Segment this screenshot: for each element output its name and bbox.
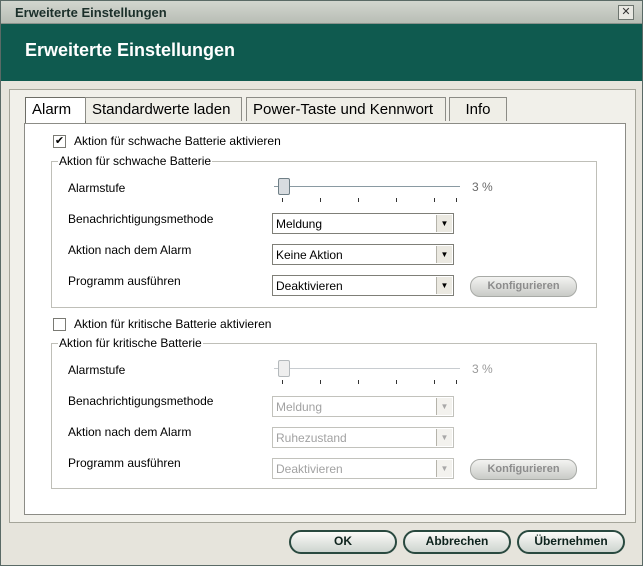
critical-program-select: Deaktivieren ▼ [272,458,454,479]
header-banner: Erweiterte Einstellungen [1,24,642,81]
chevron-down-icon[interactable]: ▼ [436,246,452,263]
low-program-select[interactable]: Deaktivieren ▼ [272,275,454,296]
critical-battery-group-title: Aktion für kritische Batterie [58,336,203,350]
critical-notify-label: Benachrichtigungsmethode [68,394,214,408]
settings-window: Erweiterte Einstellungen ✕ Erweiterte Ei… [0,0,643,566]
low-alarm-slider-thumb[interactable] [278,178,290,195]
slider-tick [396,198,397,202]
chevron-down-icon: ▼ [436,460,452,477]
slider-tick [358,380,359,384]
low-alarm-slider-track[interactable] [274,186,460,187]
slider-tick [358,198,359,202]
chevron-down-icon[interactable]: ▼ [436,277,452,294]
low-program-label: Programm ausführen [68,274,181,288]
low-action-value: Keine Aktion [276,248,343,262]
slider-tick [456,380,457,384]
critical-notify-select: Meldung ▼ [272,396,454,417]
low-battery-enable-row[interactable]: ✔ Aktion für schwache Batterie aktiviere… [53,134,281,148]
low-battery-group-title: Aktion für schwache Batterie [58,154,213,168]
low-notify-value: Meldung [276,217,323,231]
critical-battery-enable-row[interactable]: Aktion für kritische Batterie aktivieren [53,317,271,331]
slider-tick [434,380,435,384]
slider-tick [320,380,321,384]
slider-tick [282,380,283,384]
low-alarm-label: Alarmstufe [68,181,126,195]
cancel-button[interactable]: Abbrechen [403,530,511,554]
critical-program-label: Programm ausführen [68,456,181,470]
critical-notify-value: Meldung [276,400,323,414]
low-battery-checkbox-label: Aktion für schwache Batterie aktivieren [74,134,281,148]
low-battery-group: Aktion für schwache Batterie Alarmstufe … [51,154,597,308]
window-title: Erweiterte Einstellungen [15,5,167,20]
low-action-select[interactable]: Keine Aktion ▼ [272,244,454,265]
low-program-value: Deaktivieren [276,279,343,293]
slider-tick [282,198,283,202]
critical-battery-checkbox-label: Aktion für kritische Batterie aktivieren [74,317,272,331]
critical-program-value: Deaktivieren [276,462,343,476]
title-bar: Erweiterte Einstellungen ✕ [1,1,642,24]
slider-tick [396,380,397,384]
critical-action-label: Aktion nach dem Alarm [68,425,192,439]
chevron-down-icon[interactable]: ▼ [436,215,452,232]
critical-battery-group: Aktion für kritische Batterie Alarmstufe… [51,336,597,489]
close-icon[interactable]: ✕ [618,5,634,20]
tab-alarm[interactable]: Alarm [25,97,86,124]
critical-alarm-value: 3 % [472,362,493,376]
critical-action-select: Ruhezustand ▼ [272,427,454,448]
tab-power-button-password[interactable]: Power-Taste und Kennwort [246,97,446,121]
tab-info[interactable]: Info [449,97,507,121]
tab-default-values[interactable]: Standardwerte laden [85,97,242,121]
critical-alarm-slider-track [274,368,460,369]
slider-tick [456,198,457,202]
chevron-down-icon: ▼ [436,398,452,415]
low-notify-label: Benachrichtigungsmethode [68,212,214,226]
alarm-tab-panel: ✔ Aktion für schwache Batterie aktiviere… [24,123,626,515]
apply-button[interactable]: Übernehmen [517,530,625,554]
ok-button[interactable]: OK [289,530,397,554]
slider-tick [320,198,321,202]
low-action-label: Aktion nach dem Alarm [68,243,192,257]
chevron-down-icon: ▼ [436,429,452,446]
critical-alarm-label: Alarmstufe [68,363,126,377]
critical-action-value: Ruhezustand [276,431,347,445]
low-battery-checkbox[interactable]: ✔ [53,134,66,148]
slider-tick [434,198,435,202]
critical-alarm-slider-thumb [278,360,290,377]
critical-battery-checkbox[interactable] [53,317,66,331]
low-notify-select[interactable]: Meldung ▼ [272,213,454,234]
low-alarm-value: 3 % [472,180,493,194]
critical-configure-button: Konfigurieren [470,459,577,480]
low-configure-button[interactable]: Konfigurieren [470,276,577,297]
page-title: Erweiterte Einstellungen [25,40,236,60]
